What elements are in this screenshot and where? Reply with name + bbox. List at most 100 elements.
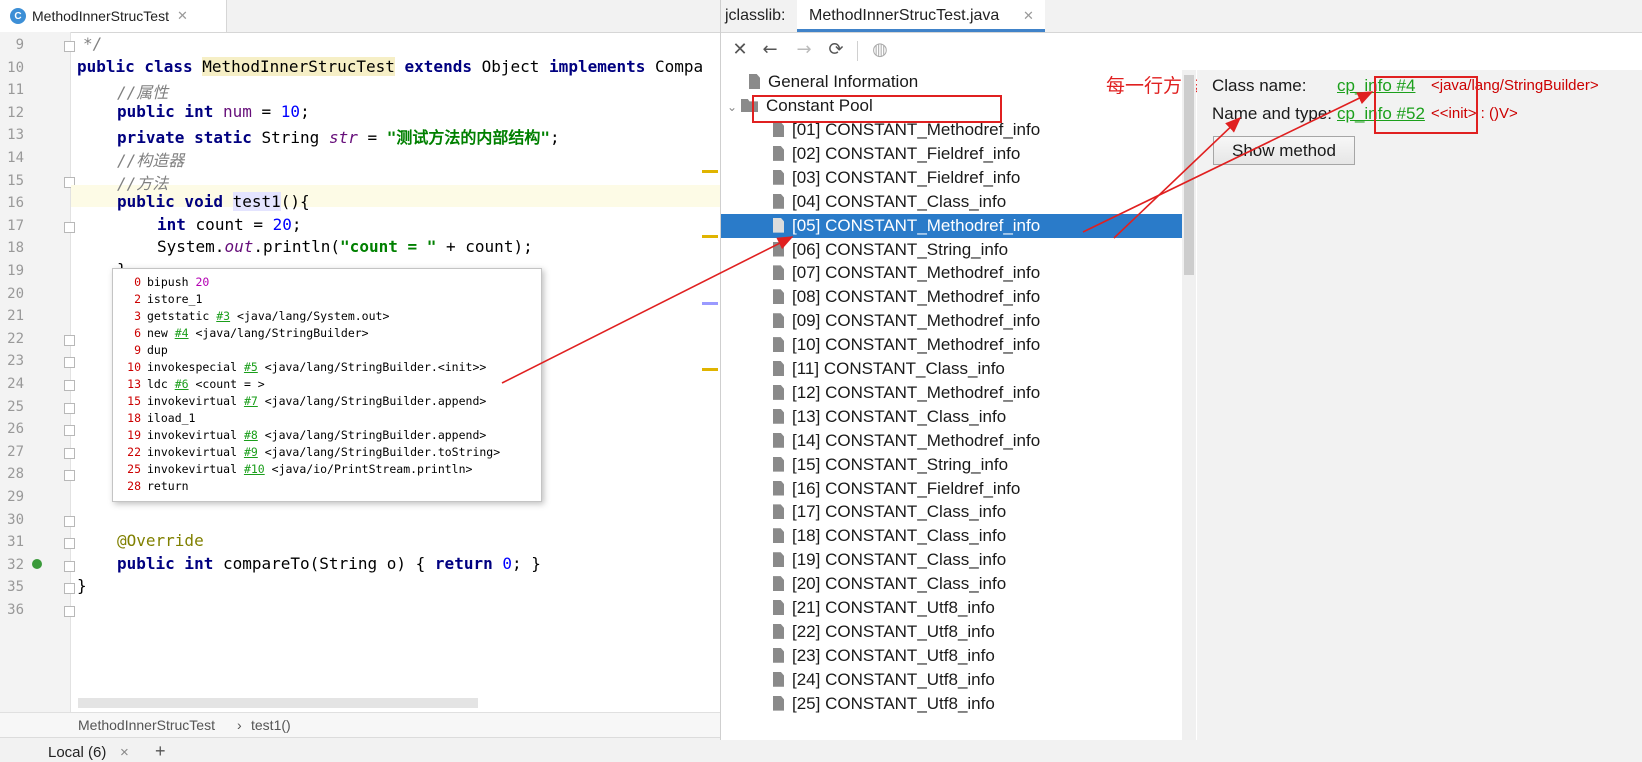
fold-marker-icon[interactable]: [64, 470, 75, 482]
constant-pool-entry[interactable]: [06] CONSTANT_String_info: [773, 238, 1008, 262]
fold-marker-icon[interactable]: [64, 447, 75, 459]
constant-pool-entry[interactable]: [05] CONSTANT_Methodref_info: [721, 213, 1182, 238]
fold-marker-icon[interactable]: [64, 560, 75, 572]
constant-pool-entry[interactable]: [24] CONSTANT_Utf8_info: [773, 668, 995, 692]
warning-stripe-mark[interactable]: [702, 235, 718, 238]
warning-stripe-mark[interactable]: [702, 170, 718, 173]
fold-marker-icon[interactable]: [64, 380, 75, 391]
bytecode-cp-link[interactable]: #7: [244, 394, 258, 408]
code-line[interactable]: int count = 20;: [157, 215, 302, 234]
close-icon[interactable]: ✕: [177, 8, 188, 24]
fold-marker-icon[interactable]: [64, 538, 75, 550]
refresh-icon[interactable]: ⟳: [825, 39, 847, 61]
add-icon[interactable]: +: [155, 741, 166, 762]
warning-stripe-mark[interactable]: [702, 368, 718, 371]
code-line[interactable]: public int compareTo(String o) { return …: [117, 554, 541, 573]
fold-marker-icon[interactable]: [64, 221, 75, 233]
fold-marker-icon[interactable]: [64, 606, 75, 617]
code-line[interactable]: //构造器: [117, 147, 184, 171]
code-line[interactable]: System.out.println("count = " + count);: [157, 237, 533, 256]
constant-pool-entry[interactable]: [19] CONSTANT_Class_info: [773, 548, 1006, 572]
constant-pool-entry[interactable]: [03] CONSTANT_Fieldref_info: [773, 166, 1020, 190]
bytecode-cp-link[interactable]: #3: [216, 309, 230, 323]
expand-chevron-icon[interactable]: ⌄: [727, 95, 741, 119]
field-name: str: [328, 128, 358, 148]
fold-marker-icon[interactable]: [64, 357, 75, 369]
fold-marker-icon[interactable]: [64, 583, 75, 595]
constant-pool-entry[interactable]: [16] CONSTANT_Fieldref_info: [773, 477, 1020, 501]
forward-arrow-icon[interactable]: →: [793, 39, 815, 61]
constant-pool-entry-label: [14] CONSTANT_Methodref_info: [792, 430, 1041, 450]
constant-pool-entry[interactable]: [08] CONSTANT_Methodref_info: [773, 285, 1040, 309]
code-line[interactable]: public class MethodInnerStrucTest extend…: [77, 56, 703, 76]
fold-marker-icon[interactable]: [64, 41, 75, 52]
tree-item-general-information[interactable]: General Information: [749, 70, 918, 94]
file-icon: [773, 647, 784, 663]
fold-marker-icon[interactable]: [64, 515, 75, 527]
constant-pool-entry[interactable]: [25] CONSTANT_Utf8_info: [773, 692, 995, 716]
line-number: 23: [7, 353, 24, 370]
bytecode-cp-link[interactable]: #5: [244, 360, 258, 374]
constant-pool-entry[interactable]: [20] CONSTANT_Class_info: [773, 572, 1006, 596]
bytecode-instruction: 22 invokevirtual #9 <java/lang/StringBuil…: [119, 445, 500, 459]
code-line[interactable]: */: [83, 34, 102, 53]
bytecode-cp-link[interactable]: #10: [244, 462, 265, 476]
class-structure-tree[interactable]: General Information ⌄ Constant Pool [01] …: [721, 70, 1182, 740]
constant-pool-entry[interactable]: [07] CONSTANT_Methodref_info: [773, 261, 1040, 285]
line-number: 20: [7, 285, 24, 302]
bytecode-descriptor: <java/lang/StringBuilder.append>: [264, 428, 487, 442]
fold-marker-icon[interactable]: [64, 402, 75, 414]
constant-pool-entry[interactable]: [10] CONSTANT_Methodref_info: [773, 333, 1040, 357]
local-changes-tab[interactable]: Local (6): [48, 744, 106, 761]
editor-tab[interactable]: C MethodInnerStrucTest ✕: [0, 0, 227, 32]
close-icon[interactable]: ×: [120, 744, 129, 761]
constant-pool-entry[interactable]: [17] CONSTANT_Class_info: [773, 500, 1006, 524]
constant-pool-entry[interactable]: [18] CONSTANT_Class_info: [773, 524, 1006, 548]
show-method-button[interactable]: Show method: [1213, 136, 1355, 165]
web-icon[interactable]: ◍: [869, 39, 891, 61]
annotation: @Override: [117, 531, 204, 551]
code-text: compareTo(String o): [222, 553, 406, 573]
back-arrow-icon[interactable]: ←: [759, 39, 781, 61]
code-line[interactable]: //属性: [117, 79, 168, 103]
code-line[interactable]: public void test1(){: [117, 192, 310, 212]
override-method-icon[interactable]: [32, 558, 42, 569]
code-line[interactable]: }: [77, 576, 87, 595]
close-icon[interactable]: ✕: [1023, 8, 1034, 24]
constant-pool-entry[interactable]: [09] CONSTANT_Methodref_info: [773, 309, 1040, 333]
constant-pool-entry[interactable]: [04] CONSTANT_Class_info: [773, 190, 1006, 214]
fold-marker-icon[interactable]: [64, 334, 75, 346]
bytecode-cp-link[interactable]: #4: [175, 326, 189, 340]
constant-pool-entry[interactable]: [12] CONSTANT_Methodref_info: [773, 381, 1040, 405]
bytecode-cp-link[interactable]: #8: [244, 428, 258, 442]
bytecode-cp-link[interactable]: #6: [175, 377, 189, 391]
field-name: num: [222, 101, 252, 121]
code-line[interactable]: public int num = 10;: [117, 102, 310, 121]
constant-pool-entry[interactable]: [13] CONSTANT_Class_info: [773, 405, 1006, 429]
constant-pool-entry[interactable]: [22] CONSTANT_Utf8_info: [773, 620, 995, 644]
jclasslib-tab[interactable]: MethodInnerStrucTest.java ✕: [797, 0, 1045, 32]
editor-horizontal-scrollbar[interactable]: [78, 698, 478, 708]
fold-marker-icon[interactable]: [64, 425, 75, 437]
constant-pool-entry[interactable]: [21] CONSTANT_Utf8_info: [773, 596, 995, 620]
code-line[interactable]: @Override: [117, 531, 204, 550]
info-stripe-mark[interactable]: [702, 302, 718, 305]
breadcrumb-class[interactable]: MethodInnerStrucTest: [78, 717, 215, 733]
bytecode-opcode: invokevirtual: [147, 428, 244, 442]
code-line[interactable]: //方法: [117, 170, 168, 194]
tree-scroll-thumb[interactable]: [1184, 75, 1194, 275]
constant-pool-entry[interactable]: [23] CONSTANT_Utf8_info: [773, 644, 995, 668]
breadcrumb-method[interactable]: test1(): [251, 717, 291, 733]
constant-pool-entry[interactable]: [14] CONSTANT_Methodref_info: [773, 429, 1040, 453]
comment-text: //属性: [117, 83, 169, 103]
file-icon: [773, 217, 784, 233]
file-icon: [773, 313, 784, 329]
close-icon[interactable]: ✕: [729, 39, 751, 61]
constant-pool-entry-label: [09] CONSTANT_Methodref_info: [792, 311, 1041, 331]
bytecode-cp-link[interactable]: #9: [244, 445, 258, 459]
constant-pool-entry[interactable]: [11] CONSTANT_Class_info: [773, 357, 1005, 381]
constant-pool-entry[interactable]: [02] CONSTANT_Fieldref_info: [773, 142, 1020, 166]
constant-pool-entry[interactable]: [15] CONSTANT_String_info: [773, 453, 1008, 477]
code-line[interactable]: private static String str = "测试方法的内部结构";: [117, 124, 560, 148]
bytecode-opcode: invokevirtual: [147, 462, 244, 476]
